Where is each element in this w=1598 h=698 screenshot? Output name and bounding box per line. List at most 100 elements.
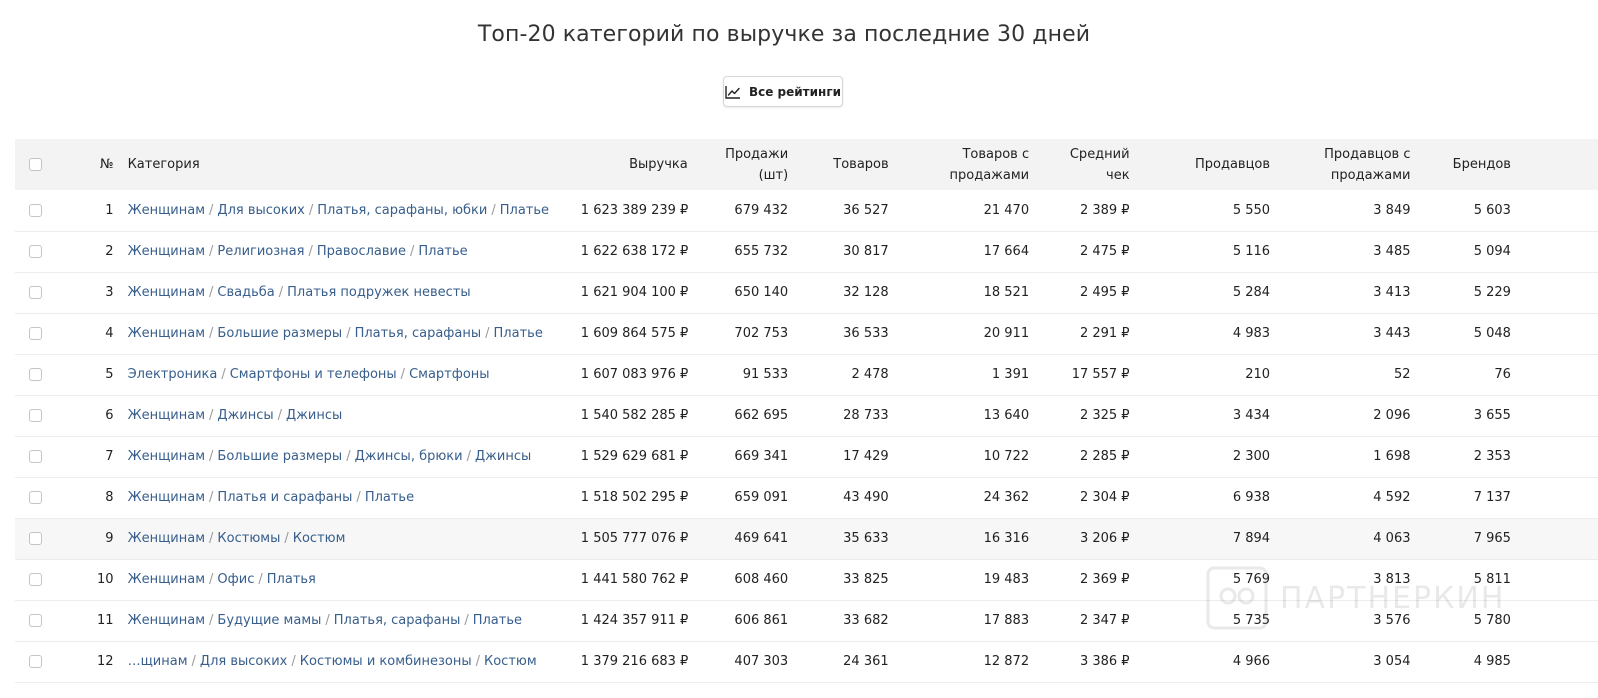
cell-brands: 5 229 bbox=[1416, 272, 1517, 314]
category-link[interactable]: Платья и сарафаны bbox=[217, 490, 352, 505]
table-row[interactable]: 8 Женщинам / Платья и сарафаны / Платье 1 518 … bbox=[15, 477, 1598, 519]
breadcrumb-separator: / bbox=[400, 367, 406, 382]
cell-num: 2 bbox=[56, 231, 120, 273]
category-link[interactable]: Джинсы, брюки bbox=[355, 449, 463, 464]
breadcrumb-separator: / bbox=[191, 654, 196, 669]
category-link[interactable]: Большие размеры bbox=[217, 449, 342, 464]
table-row[interactable]: 9 Женщинам / Костюмы / Костюм 1 505 777 076 ₽4… bbox=[15, 518, 1598, 560]
category-link[interactable]: Свадьба bbox=[217, 285, 274, 300]
cell-goods-with-sales: 17 664 bbox=[894, 231, 1036, 273]
category-link[interactable]: Для высоких bbox=[200, 654, 287, 669]
table-row[interactable]: 4 Женщинам / Большие размеры / Платья, сарафа… bbox=[15, 313, 1598, 355]
category-link[interactable]: Женщинам bbox=[128, 408, 205, 423]
cell-sellers-with-sales: 52 bbox=[1276, 354, 1417, 396]
category-link[interactable]: Костюмы bbox=[217, 531, 280, 546]
category-link[interactable]: Большие размеры bbox=[217, 326, 342, 341]
row-checkbox[interactable] bbox=[29, 655, 42, 668]
category-link[interactable]: Электроника bbox=[128, 367, 218, 382]
header-goods[interactable]: Товаров bbox=[794, 139, 894, 190]
row-checkbox[interactable] bbox=[29, 286, 42, 299]
cell-goods-with-sales: 24 362 bbox=[894, 477, 1036, 519]
header-more[interactable]: Бпр bbox=[1517, 139, 1598, 190]
header-revenue[interactable]: Выручка bbox=[575, 139, 694, 190]
category-link[interactable]: Платье bbox=[365, 490, 414, 505]
category-link[interactable]: …щинам bbox=[128, 654, 188, 669]
row-checkbox[interactable] bbox=[29, 491, 42, 504]
row-checkbox[interactable] bbox=[29, 614, 42, 627]
category-link[interactable]: Религиозная bbox=[217, 244, 304, 259]
table-row[interactable]: 1 Женщинам / Для высоких / Платья, сарафаны, … bbox=[15, 190, 1598, 232]
table-body: 1 Женщинам / Для высоких / Платья, сарафаны, … bbox=[15, 190, 1598, 683]
header-brands[interactable]: Брендов bbox=[1416, 139, 1516, 190]
row-checkbox[interactable] bbox=[29, 203, 42, 217]
header-goods-with-sales[interactable]: Товаров с продажами bbox=[895, 139, 1035, 190]
breadcrumb-separator: / bbox=[464, 613, 469, 628]
category-link[interactable]: Женщинам bbox=[128, 613, 205, 628]
category-link[interactable]: Женщинам bbox=[128, 244, 205, 259]
cell-sellers-with-sales: 4 592 bbox=[1276, 477, 1417, 519]
breadcrumb-separator: / bbox=[308, 202, 314, 218]
category-link[interactable]: Женщинам bbox=[128, 449, 205, 464]
category-link[interactable]: Женщинам bbox=[128, 531, 205, 546]
category-link[interactable]: Платья, сарафаны bbox=[355, 326, 482, 341]
cell-sales: 659 091 bbox=[693, 477, 795, 519]
breadcrumb-separator: / bbox=[278, 285, 284, 300]
row-checkbox[interactable] bbox=[29, 327, 42, 340]
ratings-table-container: № Категория Выручка Продажи (шт) Товаров … bbox=[15, 139, 1598, 683]
category-link[interactable]: Женщинам bbox=[128, 326, 205, 341]
table-row[interactable]: 5 Электроника / Смартфоны и телефоны / Смартф… bbox=[15, 354, 1598, 396]
category-link[interactable]: Женщинам bbox=[128, 285, 205, 300]
table-row[interactable]: 11 Женщинам / Будущие мамы / Платья, сарафаны… bbox=[15, 600, 1598, 642]
category-link[interactable]: Джинсы bbox=[475, 449, 531, 464]
table-row[interactable]: 3 Женщинам / Свадьба / Платья подружек невест… bbox=[15, 272, 1598, 314]
category-link[interactable]: Костюм bbox=[484, 654, 537, 669]
category-link[interactable]: Джинсы bbox=[286, 408, 342, 423]
category-link[interactable]: Будущие мамы bbox=[217, 613, 321, 628]
table-row[interactable]: 2 Женщинам / Религиозная / Православие / Платье… bbox=[15, 231, 1598, 273]
row-checkbox[interactable] bbox=[29, 245, 42, 258]
table-row[interactable]: 10 Женщинам / Офис / Платья 1 441 580 762 ₽608… bbox=[15, 559, 1598, 601]
category-link[interactable]: Платья подружек невесты bbox=[287, 285, 470, 300]
header-sellers-with-sales[interactable]: Продавцов с продажами bbox=[1276, 139, 1416, 190]
category-link[interactable]: Платья, сарафаны, юбки bbox=[317, 203, 487, 218]
breadcrumb-separator: / bbox=[346, 449, 351, 464]
category-link[interactable]: Костюмы и комбинезоны bbox=[300, 654, 472, 669]
category-link[interactable]: Православие bbox=[317, 244, 406, 259]
category-link[interactable]: Платье bbox=[418, 244, 467, 259]
header-category[interactable]: Категория bbox=[120, 139, 575, 190]
row-checkbox[interactable] bbox=[29, 368, 42, 381]
category-link[interactable]: Платье bbox=[500, 203, 549, 218]
cell-revenue: 1 505 777 076 ₽ bbox=[574, 518, 694, 560]
category-link[interactable]: Смартфоны и телефоны bbox=[230, 367, 397, 382]
row-checkbox[interactable] bbox=[29, 532, 42, 545]
header-sales[interactable]: Продажи (шт) bbox=[694, 139, 794, 190]
select-all-checkbox[interactable] bbox=[29, 158, 42, 171]
header-sellers[interactable]: Продавцов bbox=[1136, 139, 1276, 190]
category-link[interactable]: Костюм bbox=[293, 531, 346, 546]
cell-more bbox=[1516, 313, 1598, 355]
category-link[interactable]: Офис bbox=[217, 572, 254, 587]
category-link[interactable]: Джинсы bbox=[217, 408, 273, 423]
table-row[interactable]: 6 Женщинам / Джинсы / Джинсы 1 540 582 285 ₽66… bbox=[15, 395, 1598, 437]
category-link[interactable]: Платье bbox=[494, 326, 543, 341]
category-link[interactable]: Смартфоны bbox=[409, 367, 490, 382]
header-num[interactable]: № bbox=[56, 139, 120, 190]
row-checkbox[interactable] bbox=[29, 409, 42, 422]
category-link[interactable]: Женщинам bbox=[128, 490, 205, 505]
breadcrumb-separator: / bbox=[409, 244, 415, 259]
category-link[interactable]: Женщинам bbox=[128, 572, 205, 587]
category-link[interactable]: Для высоких bbox=[217, 203, 304, 218]
category-link[interactable]: Платья, сарафаны bbox=[334, 613, 461, 628]
table-row[interactable]: 12 …щинам / Для высоких / Костюмы и комбинезо… bbox=[15, 641, 1598, 683]
header-avg-check[interactable]: Средний чек bbox=[1035, 139, 1135, 190]
row-checkbox[interactable] bbox=[29, 450, 42, 463]
category-link[interactable]: Платье bbox=[473, 613, 522, 628]
row-checkbox[interactable] bbox=[29, 573, 42, 586]
cell-sellers-with-sales: 3 054 bbox=[1276, 641, 1417, 683]
page-title: Топ-20 категорий по выручке за последние… bbox=[477, 22, 1091, 47]
category-link[interactable]: Женщинам bbox=[128, 203, 205, 218]
table-row[interactable]: 7 Женщинам / Большие размеры / Джинсы, брюки /… bbox=[15, 436, 1598, 478]
category-link[interactable]: Платья bbox=[267, 572, 316, 587]
cell-category: Женщинам / Большие размеры / Джинсы, брюки / Д… bbox=[119, 436, 575, 478]
all-ratings-button[interactable]: Все рейтинги bbox=[723, 76, 843, 107]
